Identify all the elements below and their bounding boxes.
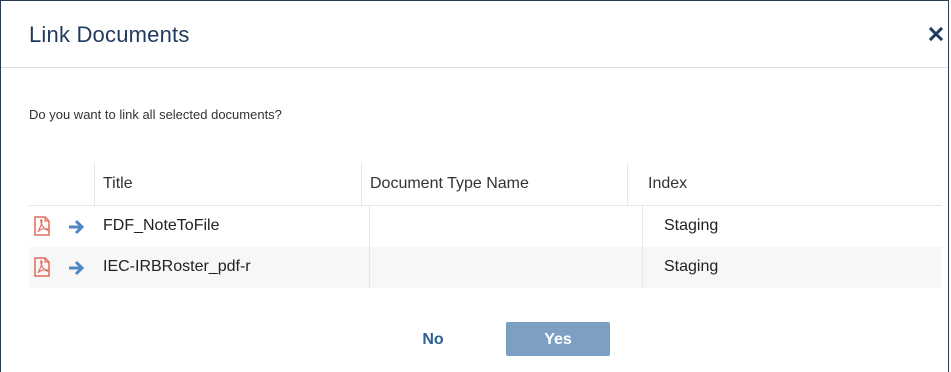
pdf-file-icon[interactable] <box>33 216 51 236</box>
column-header-index[interactable]: Index <box>627 163 942 205</box>
table-header: Title Document Type Name Index <box>29 163 942 206</box>
document-index: Staging <box>664 217 719 234</box>
no-button[interactable]: No <box>407 322 459 356</box>
table-row[interactable]: IEC-IRBRoster_pdf-r Staging <box>29 247 942 288</box>
document-index: Staging <box>664 258 719 275</box>
arrow-right-icon[interactable] <box>67 258 85 278</box>
yes-button[interactable]: Yes <box>506 322 610 356</box>
column-divider <box>642 206 643 247</box>
link-documents-dialog: Link Documents Do you want to link all s… <box>0 0 949 372</box>
document-type-name <box>377 247 642 288</box>
column-divider <box>369 247 370 288</box>
column-divider <box>369 206 370 247</box>
arrow-right-icon[interactable] <box>67 217 85 237</box>
dialog-header: Link Documents <box>1 1 948 68</box>
column-header-title[interactable]: Title <box>94 163 361 205</box>
confirmation-question: Do you want to link all selected documen… <box>29 107 282 122</box>
dialog-title: Link Documents <box>29 22 190 47</box>
column-header-document-type-name[interactable]: Document Type Name <box>361 163 642 205</box>
close-icon[interactable] <box>928 26 944 42</box>
documents-table: Title Document Type Name Index FDF_NoteT… <box>29 163 942 288</box>
column-divider <box>642 247 643 288</box>
document-title: FDF_NoteToFile <box>103 217 220 234</box>
document-type-name <box>377 206 642 247</box>
document-title: IEC-IRBRoster_pdf-r <box>103 258 251 275</box>
table-row[interactable]: FDF_NoteToFile Staging <box>29 206 942 247</box>
pdf-file-icon[interactable] <box>33 257 51 277</box>
